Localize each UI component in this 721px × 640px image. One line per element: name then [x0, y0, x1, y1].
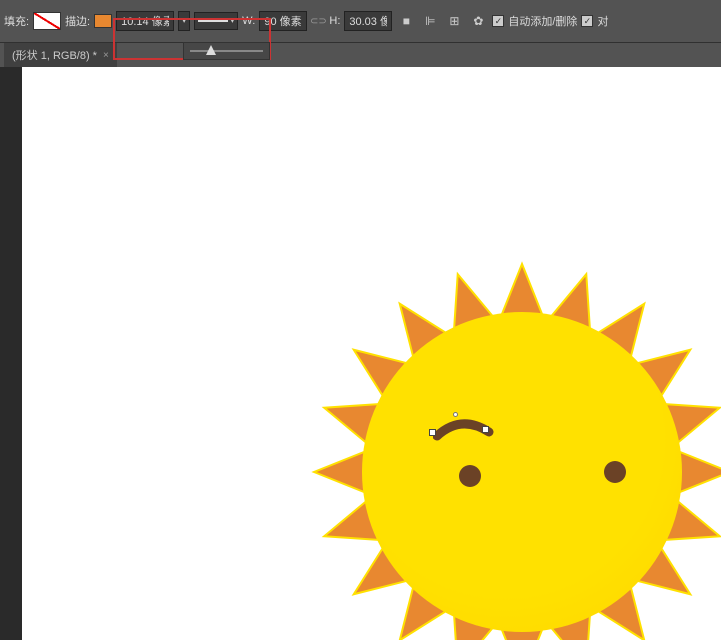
stroke-slider-track[interactable]	[190, 50, 263, 52]
auto-label: 自动添加/删除	[508, 13, 577, 29]
anchor-point[interactable]	[429, 429, 436, 436]
height-input[interactable]	[344, 11, 392, 31]
stroke-width-dropdown[interactable]: ▾	[178, 11, 190, 31]
canvas[interactable]	[22, 67, 721, 640]
link-icon[interactable]: ⊂⊃	[311, 14, 325, 28]
sun-eye-right	[604, 461, 626, 483]
sun-body	[362, 312, 682, 632]
canvas-area	[0, 67, 721, 640]
auto-checkbox[interactable]: ✓	[492, 15, 504, 27]
close-icon[interactable]: ×	[103, 50, 109, 61]
control-handle[interactable]	[453, 412, 458, 417]
left-gutter	[0, 67, 22, 640]
shape-mode-icon[interactable]: ■	[396, 11, 416, 31]
stroke-label: 描边:	[65, 13, 90, 29]
height-label: H:	[329, 15, 340, 27]
anchor-point[interactable]	[482, 426, 489, 433]
sun-eye-left	[459, 465, 481, 487]
stroke-slider-thumb[interactable]	[206, 45, 216, 55]
align-checkbox[interactable]: ✓	[581, 15, 593, 27]
document-tab[interactable]: (形状 1, RGB/8) * ×	[4, 43, 117, 67]
tab-label: (形状 1, RGB/8) *	[12, 47, 97, 63]
gear-icon[interactable]: ✿	[468, 11, 488, 31]
stroke-swatch[interactable]	[94, 14, 112, 28]
options-toolbar: 填充: 描边: ▾ W: ⊂⊃ H: ■ ⊫ ⊞ ✿ ✓ 自动添加/删除 ✓ 对	[0, 0, 721, 42]
stroke-style-dropdown[interactable]	[194, 12, 238, 30]
align-edges-label: 对	[597, 13, 608, 29]
align-icon[interactable]: ⊫	[420, 11, 440, 31]
fill-label: 填充:	[4, 13, 29, 29]
width-input[interactable]	[259, 11, 307, 31]
width-label: W:	[242, 15, 255, 27]
fill-swatch[interactable]	[33, 12, 61, 30]
arrange-icon[interactable]: ⊞	[444, 11, 464, 31]
stroke-width-input[interactable]	[116, 11, 174, 31]
document-tab-bar: (形状 1, RGB/8) * ×	[0, 42, 721, 67]
stroke-slider-panel	[183, 42, 270, 60]
